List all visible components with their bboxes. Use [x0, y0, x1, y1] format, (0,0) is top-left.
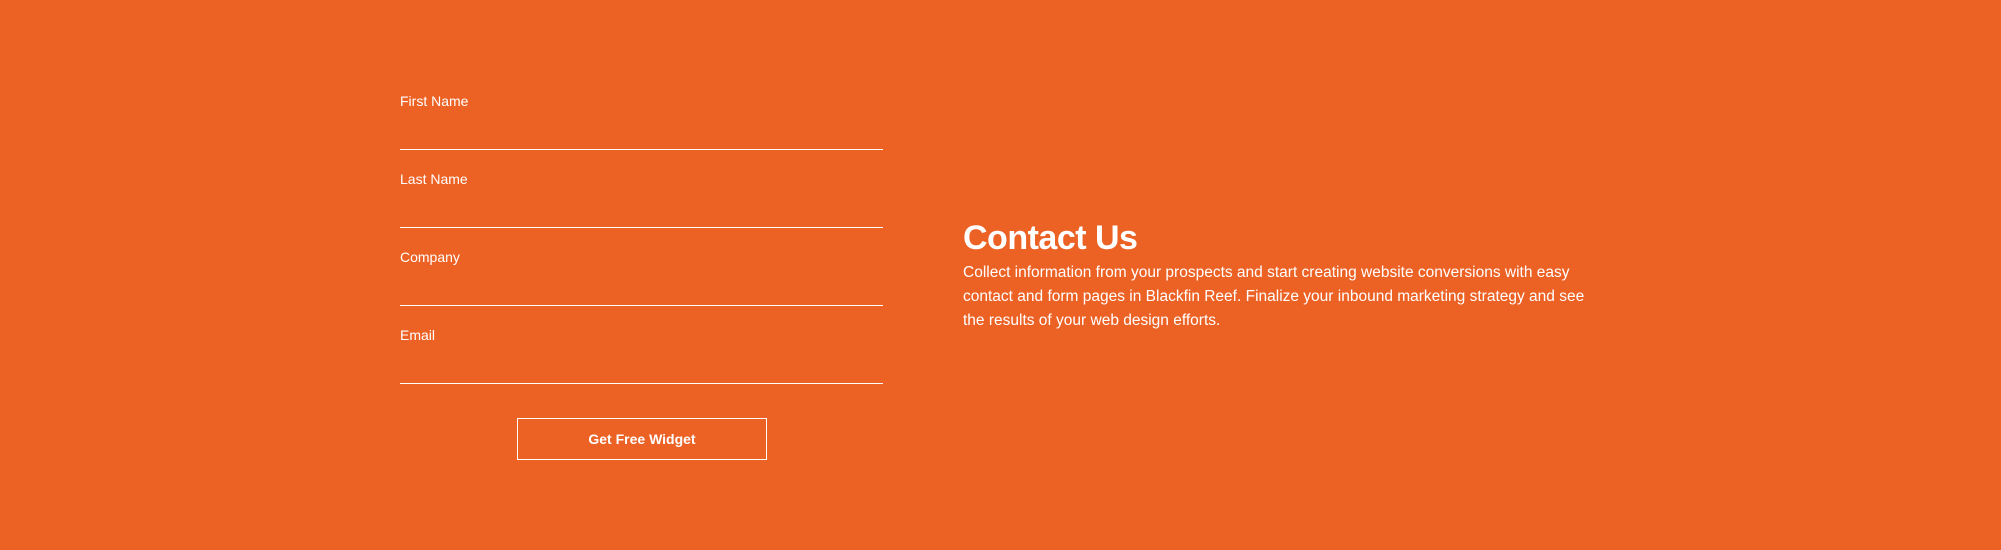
first-name-input[interactable]	[400, 116, 883, 150]
lead-form: First Name Last Name Company Email Get F…	[400, 78, 883, 460]
first-name-field: First Name	[400, 78, 883, 156]
last-name-label: Last Name	[400, 171, 468, 187]
get-free-widget-button[interactable]: Get Free Widget	[517, 418, 767, 460]
company-label: Company	[400, 249, 460, 265]
contact-info: Contact Us Collect information from your…	[963, 215, 1603, 333]
email-input[interactable]	[400, 350, 883, 384]
email-field: Email	[400, 312, 883, 390]
contact-title: Contact Us	[963, 219, 1138, 257]
contact-section: First Name Last Name Company Email Get F…	[0, 0, 2001, 550]
company-input[interactable]	[400, 272, 883, 306]
last-name-field: Last Name	[400, 156, 883, 234]
last-name-input[interactable]	[400, 194, 883, 228]
email-label: Email	[400, 327, 436, 343]
company-field: Company	[400, 234, 883, 312]
first-name-label: First Name	[400, 93, 469, 109]
contact-description: Collect information from your prospects …	[963, 264, 1585, 329]
